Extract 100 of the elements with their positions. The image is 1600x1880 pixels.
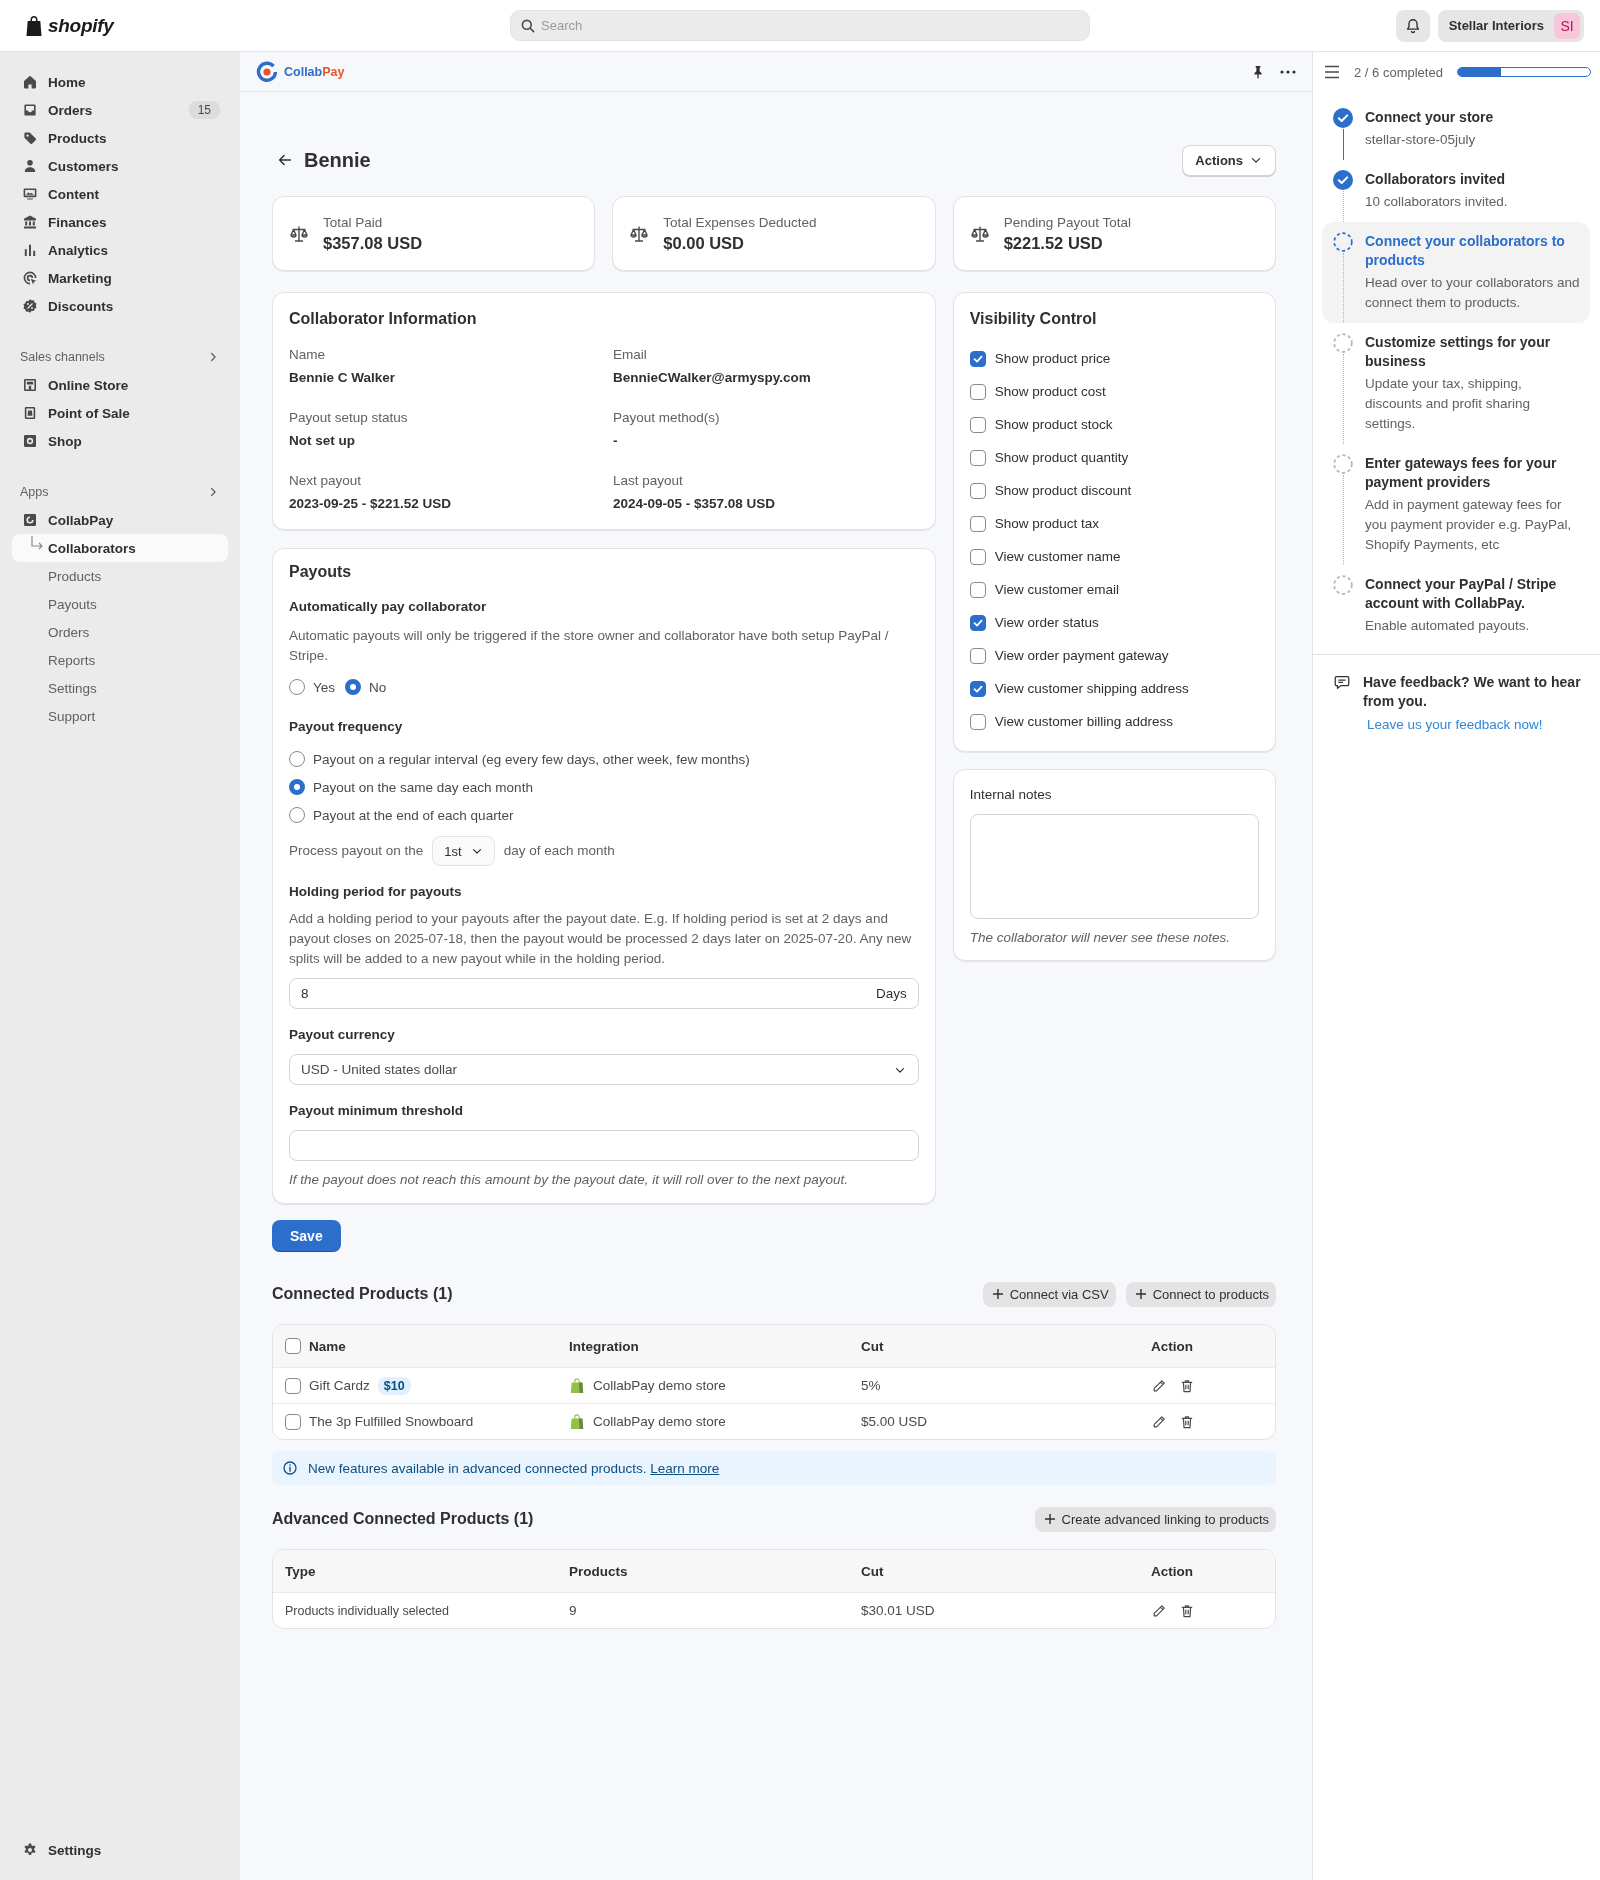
sub-nav-item[interactable]: Settings (12, 674, 228, 702)
radio-label[interactable]: Yes (313, 679, 336, 695)
learn-more-link[interactable]: Learn more (650, 1460, 720, 1476)
nav-item[interactable]: Home (12, 68, 228, 96)
delete-button[interactable] (1179, 1602, 1195, 1619)
edit-button[interactable] (1151, 1602, 1167, 1619)
connector-line (1342, 253, 1344, 323)
field-label: Email (613, 346, 648, 364)
radio-label[interactable]: Payout on the same day each month (313, 779, 533, 795)
connect-button[interactable]: Connect to products (1125, 1281, 1276, 1307)
radio-label[interactable]: No (369, 679, 387, 695)
nav-item[interactable]: Online Store (12, 371, 228, 399)
checkbox-label[interactable]: Show product quantity (994, 450, 1129, 465)
checkbox-label[interactable]: Show product stock (994, 417, 1113, 432)
checkbox[interactable] (969, 713, 986, 730)
checkbox-label[interactable]: View customer billing address (994, 714, 1173, 729)
checkbox[interactable] (969, 350, 986, 367)
pencil-icon (1151, 1377, 1167, 1394)
create-linking-button[interactable]: Create advanced linking to products (1034, 1506, 1276, 1532)
connector-line (1342, 129, 1344, 160)
edit-button[interactable] (1151, 1413, 1167, 1430)
step-title[interactable]: Customize settings for your business (1365, 333, 1580, 371)
checkbox-label[interactable]: View order status (994, 615, 1099, 630)
radio-button[interactable] (345, 679, 362, 695)
checkbox-label[interactable]: View customer email (994, 582, 1119, 597)
checkbox-label[interactable]: View order payment gateway (994, 648, 1169, 663)
section-label: Payout currency (289, 1026, 396, 1044)
nav-item[interactable]: Discounts (12, 292, 228, 320)
delete-button[interactable] (1179, 1413, 1195, 1430)
checkbox[interactable] (969, 548, 986, 565)
radio-button[interactable] (289, 807, 305, 823)
checkbox[interactable] (969, 614, 986, 631)
checkbox[interactable] (969, 581, 986, 598)
help-text: If the payout does not reach this amount by the payout date, it will roll over to the next payout. (289, 1171, 850, 1189)
notifications-button[interactable] (1395, 9, 1430, 42)
card-title: Visibility Control (969, 309, 1098, 329)
checkbox[interactable] (969, 647, 986, 664)
nav-item[interactable]: Shop (12, 427, 228, 455)
row-checkbox[interactable] (285, 1377, 301, 1394)
field-value: 8 (301, 986, 309, 1001)
checkbox[interactable] (969, 482, 986, 499)
radio-button[interactable] (289, 679, 305, 695)
checkbox-label[interactable]: Show product tax (994, 516, 1099, 531)
row-checkbox[interactable] (285, 1413, 301, 1430)
radio-button[interactable] (289, 779, 305, 795)
radio-label[interactable]: Payout at the end of each quarter (313, 807, 514, 823)
checkbox[interactable] (969, 383, 986, 400)
checkbox[interactable] (969, 680, 986, 697)
sub-nav-item[interactable]: Orders (12, 618, 228, 646)
store-menu-button[interactable]: Stellar Interiors SI (1437, 9, 1584, 42)
nav-item[interactable]: Orders 15 (12, 96, 228, 124)
select-all-checkbox[interactable] (285, 1338, 301, 1354)
currency-dropdown[interactable]: USD - United states dollar (289, 1054, 919, 1085)
nav-item[interactable]: Content (12, 180, 228, 208)
nav-item[interactable]: Analytics (12, 236, 228, 264)
more-button[interactable] (1280, 69, 1296, 74)
nav-item[interactable]: Settings (12, 1836, 228, 1864)
holding-period-input[interactable]: 8 Days (289, 978, 919, 1009)
day-dropdown[interactable]: 1st (432, 836, 495, 866)
checkbox[interactable] (969, 515, 986, 532)
delete-button[interactable] (1179, 1377, 1195, 1394)
step-title[interactable]: Connect your collaborators to products (1365, 232, 1580, 270)
logo-text[interactable]: shopify (48, 14, 114, 37)
connect-button[interactable]: Connect via CSV (982, 1281, 1116, 1307)
nav-item[interactable]: Finances (12, 208, 228, 236)
unit-suffix: Days (875, 986, 907, 1001)
step-title[interactable]: Connect your store (1365, 108, 1580, 127)
sub-nav-item[interactable]: Support (12, 702, 228, 730)
feedback-link[interactable]: Leave us your feedback now! (1363, 717, 1590, 732)
checkbox[interactable] (969, 416, 986, 433)
actions-button[interactable]: Actions (1182, 144, 1276, 176)
sub-nav-item[interactable]: Collaborators (12, 534, 228, 562)
nav-item[interactable]: CollabPay (12, 506, 228, 534)
nav-item[interactable]: Customers (12, 152, 228, 180)
nav-item[interactable]: Marketing (12, 264, 228, 292)
table-cell: CollabPay demo store (593, 1414, 726, 1429)
checkbox-label[interactable]: Show product discount (994, 483, 1132, 498)
step-title[interactable]: Enter gateways fees for your payment providers (1365, 454, 1580, 492)
sub-nav-item[interactable]: Reports (12, 646, 228, 674)
radio-button[interactable] (289, 751, 305, 767)
search-field[interactable]: Search (510, 10, 1090, 41)
page-title: Bennie (304, 148, 371, 172)
checkbox-label[interactable]: Show product price (994, 351, 1111, 366)
app-name: CollabPay (284, 64, 345, 79)
nav-item[interactable]: Point of Sale (12, 399, 228, 427)
checkbox-label[interactable]: View customer name (994, 549, 1121, 564)
checkbox-label[interactable]: Show product cost (994, 384, 1106, 399)
sub-nav-item[interactable]: Products (12, 562, 228, 590)
menu-button[interactable] (1324, 64, 1340, 80)
edit-button[interactable] (1151, 1377, 1167, 1394)
threshold-input[interactable] (289, 1130, 919, 1161)
step-title[interactable]: Collaborators invited (1365, 170, 1580, 189)
nav-item[interactable]: Products (12, 124, 228, 152)
save-button[interactable]: Save (272, 1220, 341, 1252)
checkbox-label[interactable]: View customer shipping address (994, 681, 1189, 696)
sub-nav-item[interactable]: Payouts (12, 590, 228, 618)
checkbox[interactable] (969, 449, 986, 466)
field-label: Next payout (289, 472, 363, 490)
radio-label[interactable]: Payout on a regular interval (eg every few days, other week, few months) (313, 751, 750, 767)
step-title[interactable]: Connect your PayPal / Stripe account with CollabPay. (1365, 575, 1580, 613)
